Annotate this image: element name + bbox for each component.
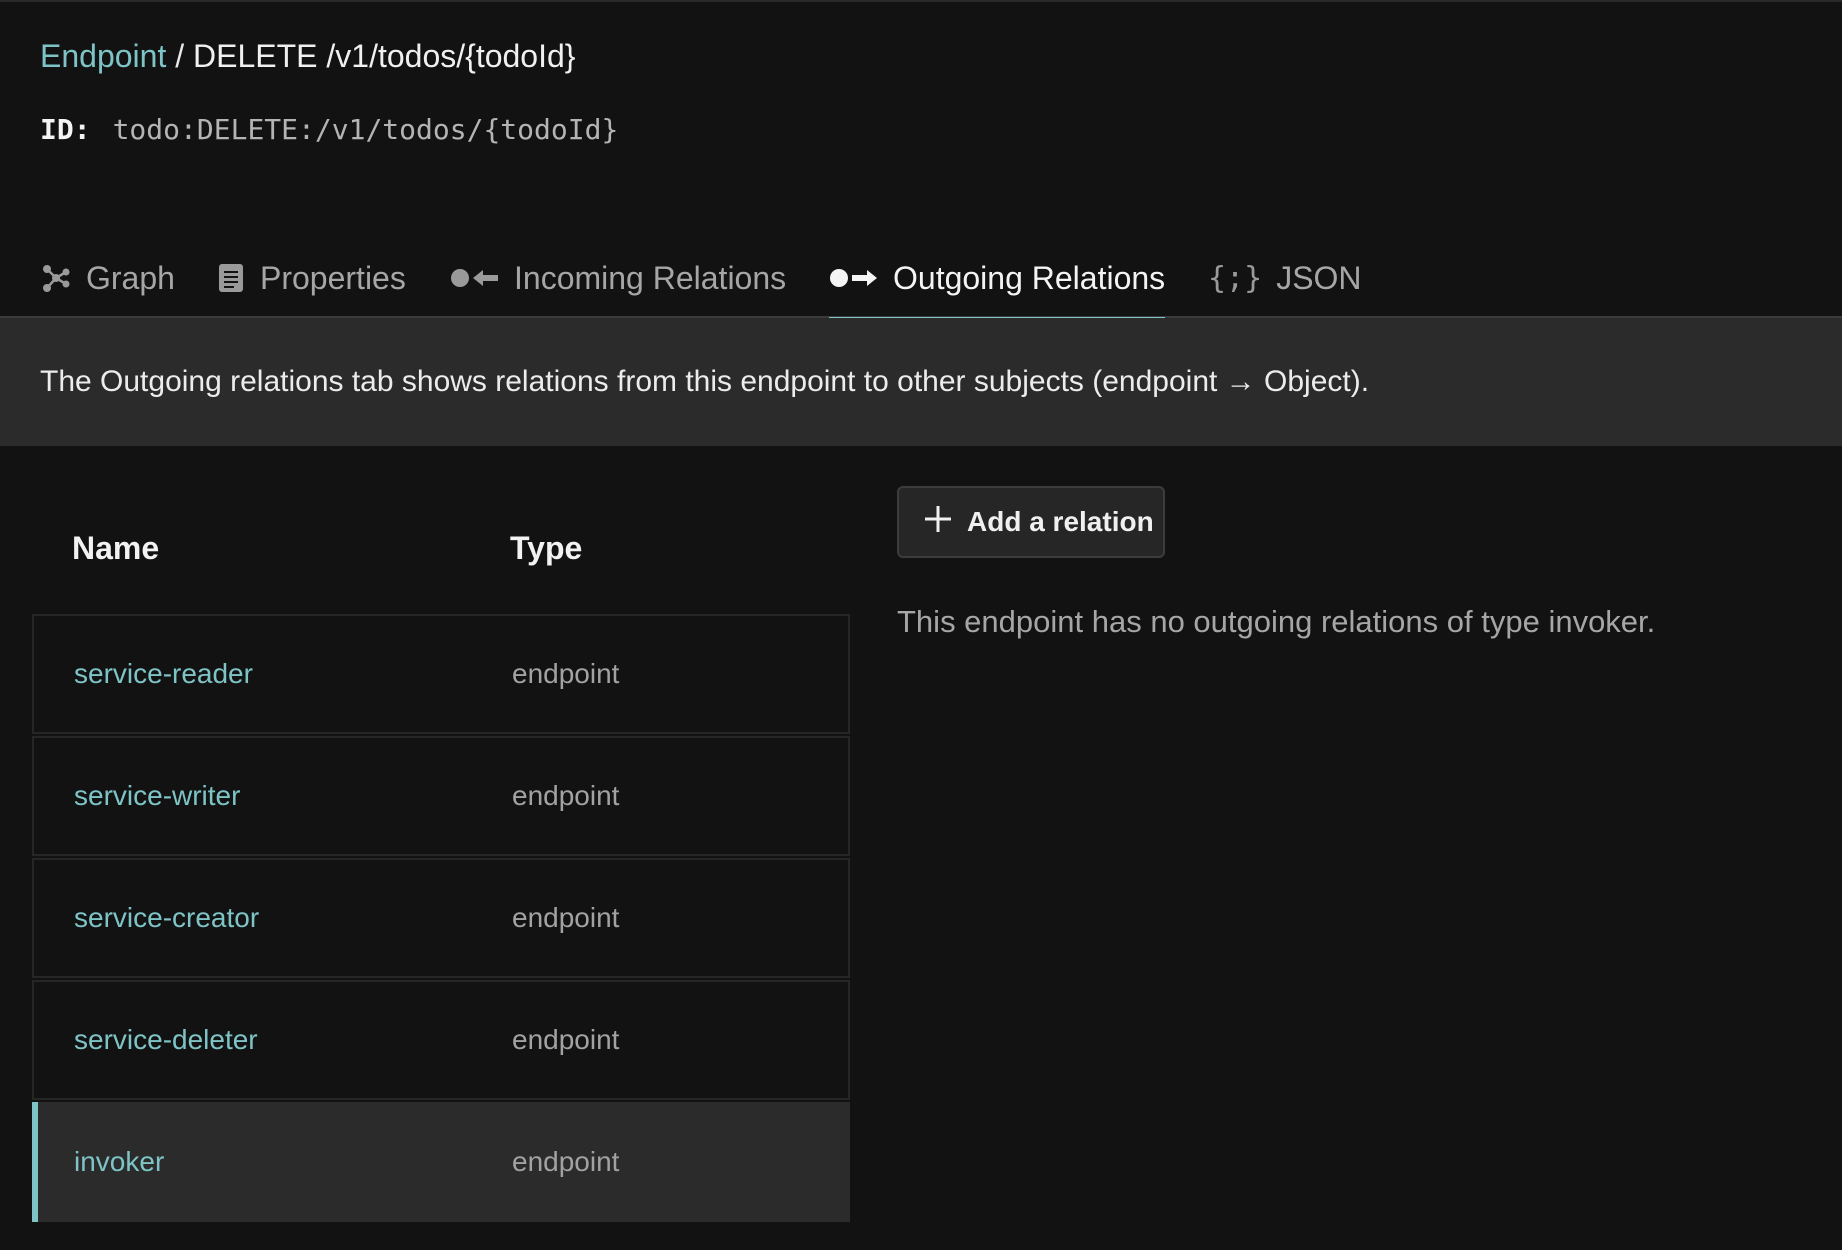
top-divider bbox=[0, 0, 1842, 2]
add-relation-label: Add a relation bbox=[967, 506, 1154, 537]
tab-incoming-relations[interactable]: Incoming Relations bbox=[450, 238, 786, 318]
table-row-selected[interactable]: invoker endpoint bbox=[32, 1102, 850, 1222]
table-row[interactable]: service-creator endpoint bbox=[32, 858, 850, 978]
row-name-link[interactable]: service-reader bbox=[74, 616, 253, 732]
breadcrumb-current: DELETE /v1/todos/{todoId} bbox=[193, 38, 576, 74]
row-name-link[interactable]: service-deleter bbox=[74, 982, 258, 1098]
breadcrumb-endpoint-link[interactable]: Endpoint bbox=[40, 38, 166, 74]
row-type: endpoint bbox=[512, 1146, 620, 1177]
braces-icon: {;} bbox=[1208, 260, 1263, 296]
incoming-arrow-icon bbox=[450, 264, 500, 292]
add-relation-button[interactable]: Add a relation bbox=[897, 486, 1165, 558]
column-header-name[interactable]: Name bbox=[72, 530, 159, 567]
tab-bar: Graph Properties Incoming Relations Outg… bbox=[0, 238, 1842, 320]
row-type: endpoint bbox=[512, 902, 620, 933]
id-line: ID: todo:DELETE:/v1/todos/{todoId} bbox=[40, 112, 618, 148]
row-type: endpoint bbox=[512, 658, 620, 689]
info-banner: The Outgoing relations tab shows relatio… bbox=[0, 318, 1842, 446]
tab-outgoing-label: Outgoing Relations bbox=[893, 259, 1166, 296]
tab-graph-label: Graph bbox=[86, 259, 175, 296]
row-type: endpoint bbox=[512, 780, 620, 811]
table-row[interactable]: service-writer endpoint bbox=[32, 736, 850, 856]
tab-outgoing-relations[interactable]: Outgoing Relations bbox=[829, 238, 1166, 320]
tab-properties[interactable]: Properties bbox=[216, 238, 406, 318]
id-value: todo:DELETE:/v1/todos/{todoId} bbox=[112, 113, 619, 146]
graph-icon bbox=[40, 262, 72, 294]
relations-table-header: Name Type bbox=[32, 510, 850, 614]
row-name-link[interactable]: service-creator bbox=[74, 860, 259, 976]
column-header-type[interactable]: Type bbox=[510, 530, 582, 567]
row-type: endpoint bbox=[512, 1024, 620, 1055]
tab-json-label: JSON bbox=[1276, 259, 1362, 296]
tab-graph[interactable]: Graph bbox=[40, 238, 175, 318]
tab-incoming-label: Incoming Relations bbox=[514, 259, 787, 296]
breadcrumb-separator: / bbox=[166, 38, 193, 74]
row-name-link[interactable]: invoker bbox=[74, 1104, 164, 1220]
tab-json[interactable]: {;} JSON bbox=[1208, 238, 1362, 318]
id-label: ID: bbox=[40, 113, 91, 146]
row-name-link[interactable]: service-writer bbox=[74, 738, 240, 854]
breadcrumb: Endpoint / DELETE /v1/todos/{todoId} bbox=[40, 36, 575, 76]
empty-state-message: This endpoint has no outgoing relations … bbox=[897, 604, 1656, 639]
table-row[interactable]: service-deleter endpoint bbox=[32, 980, 850, 1100]
document-icon bbox=[216, 262, 246, 294]
outgoing-arrow-icon bbox=[829, 264, 879, 292]
plus-icon bbox=[923, 504, 953, 541]
table-row[interactable]: service-reader endpoint bbox=[32, 614, 850, 734]
tab-properties-label: Properties bbox=[260, 259, 406, 296]
